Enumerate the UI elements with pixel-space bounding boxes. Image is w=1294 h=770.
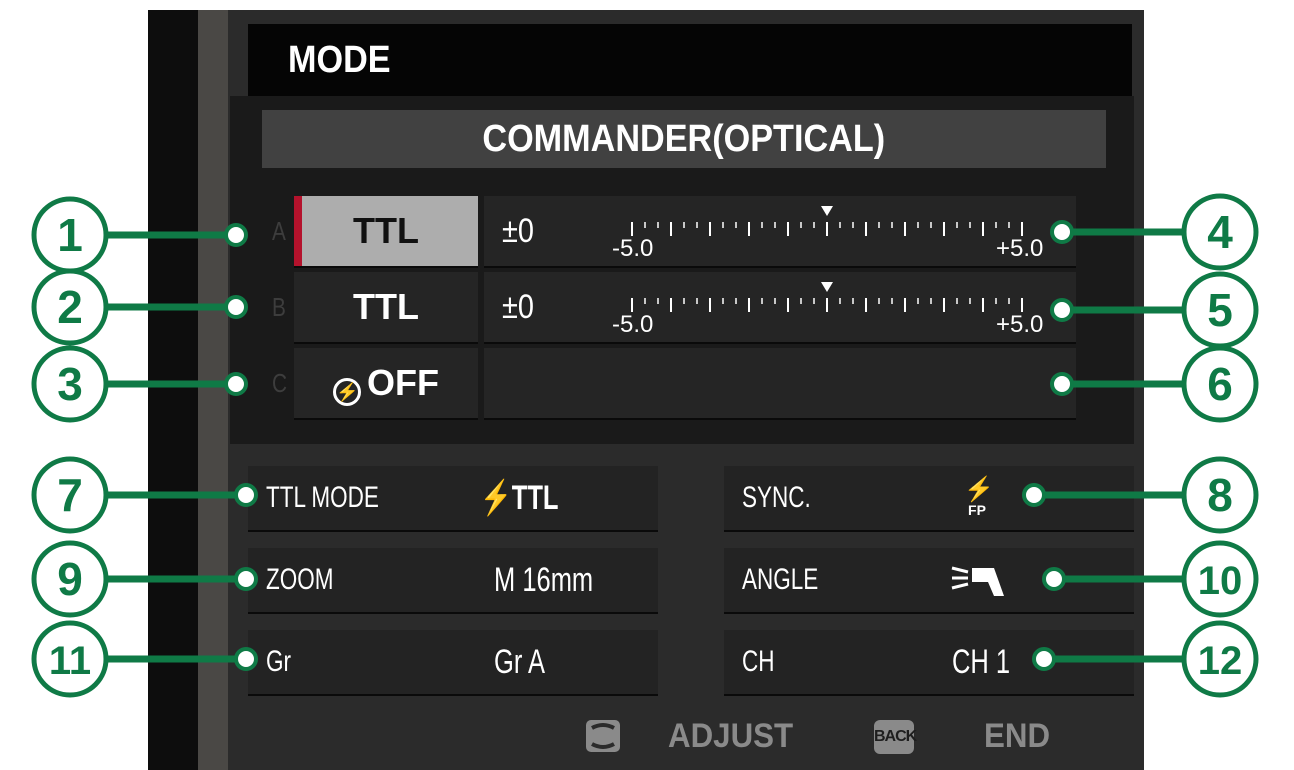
scale-pointer-icon (821, 206, 833, 216)
group-a-mode-button[interactable]: TTL (294, 196, 478, 268)
screen-bezel-inner (198, 10, 228, 770)
callout-5: 5 (1207, 284, 1233, 336)
ttl-mode-label: TTL MODE (266, 481, 379, 514)
group-letter: B (272, 292, 286, 322)
ttl-mode-value: ⚡TTL (480, 466, 558, 530)
compensation-scale[interactable]: -5.0 +5.0 (604, 200, 1054, 262)
scale-max-label: +5.0 (996, 235, 1043, 262)
callout-6: 6 (1207, 358, 1233, 410)
back-icon: BACK (874, 720, 917, 754)
ttl-mode-setting[interactable]: TTL MODE ⚡TTL (248, 466, 658, 532)
camera-screen: MODE COMMANDER(OPTICAL) A TTL ±0 -5.0 +5… (148, 10, 1144, 770)
flash-off-icon: ⚡ (333, 378, 361, 406)
channel-setting[interactable]: CH CH 1 (724, 630, 1134, 696)
scale-ticks (631, 298, 1023, 312)
callout-3: 3 (57, 358, 83, 410)
callout-9: 9 (57, 553, 83, 605)
callout-1: 1 (57, 209, 83, 261)
screen-bezel (148, 10, 198, 770)
flash-groups-panel: COMMANDER(OPTICAL) A TTL ±0 -5.0 +5.0 B … (230, 96, 1134, 444)
callout-12: 12 (1198, 639, 1243, 683)
group-b-compensation[interactable]: ±0 -5.0 +5.0 (484, 272, 1076, 344)
callout-10: 10 (1198, 559, 1243, 603)
callout-7: 7 (57, 469, 83, 521)
menu-header: MODE (248, 24, 1132, 96)
ttl-mode-text: TTL (511, 479, 559, 517)
dial-icon (586, 720, 620, 752)
adjust-hint: ADJUST (668, 717, 794, 755)
fp-text: FP (968, 502, 986, 518)
gr-label: Gr (266, 645, 291, 678)
zoom-label: ZOOM (266, 563, 334, 596)
group-letter: C (272, 368, 288, 398)
group-c-mode-button[interactable]: ⚡ OFF (294, 348, 478, 420)
callout-4: 4 (1207, 206, 1233, 258)
zoom-value: M 16mm (494, 561, 594, 599)
bolt-glyph: ⚡ (964, 476, 994, 503)
gr-value: Gr A (494, 643, 546, 681)
flash-fp-icon: ⚡ FP (964, 476, 994, 522)
compensation-scale[interactable]: -5.0 +5.0 (604, 276, 1054, 338)
callout-11: 11 (49, 639, 91, 683)
scale-min-label: -5.0 (612, 235, 653, 262)
callout-8: 8 (1207, 469, 1233, 521)
sync-setting[interactable]: SYNC. ⚡ FP (724, 466, 1134, 532)
end-hint: END (984, 717, 1051, 755)
callout-2: 2 (57, 281, 83, 333)
scale-pointer-icon (821, 282, 833, 292)
scale-min-label: -5.0 (612, 311, 653, 338)
angle-label: ANGLE (742, 563, 819, 596)
angle-setting[interactable]: ANGLE (724, 548, 1134, 614)
group-c-mode-label: OFF (367, 362, 439, 403)
group-b-mode-button[interactable]: TTL (294, 272, 478, 344)
sync-label: SYNC. (742, 481, 811, 514)
group-letter: A (272, 216, 286, 246)
group-a-compensation[interactable]: ±0 -5.0 +5.0 (484, 196, 1076, 268)
compensation-value: ±0 (502, 212, 534, 250)
mode-selector[interactable]: COMMANDER(OPTICAL) (262, 110, 1106, 168)
ch-label: CH (742, 645, 775, 678)
group-c-compensation (484, 348, 1076, 420)
compensation-value: ±0 (502, 288, 534, 326)
flash-angle-icon (951, 566, 1004, 596)
zoom-setting[interactable]: ZOOM M 16mm (248, 548, 658, 614)
scale-ticks (631, 222, 1023, 236)
group-setting[interactable]: Gr Gr A (248, 630, 658, 696)
ch-value: CH 1 (952, 643, 1011, 681)
page-title: MODE (288, 39, 391, 81)
scale-max-label: +5.0 (996, 311, 1043, 338)
flash-icon: ⚡ (480, 479, 512, 517)
mode-value: COMMANDER(OPTICAL) (482, 118, 886, 160)
